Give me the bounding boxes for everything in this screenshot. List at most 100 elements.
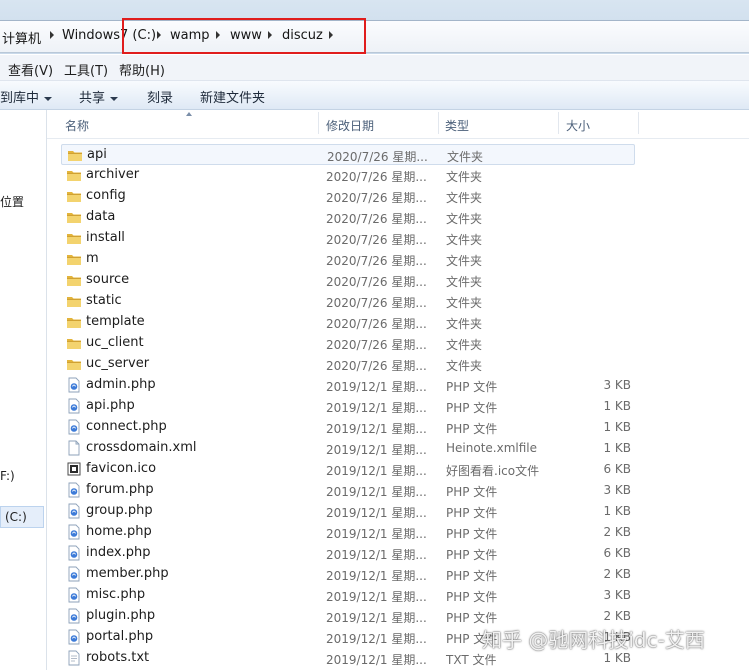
- file-date: 2019/12/1 星期...: [326, 422, 427, 436]
- file-date: 2019/12/1 星期...: [326, 590, 427, 604]
- file-row[interactable]: api 2020/7/26 星期... 文件夹: [61, 144, 635, 165]
- file-date: 2019/12/1 星期...: [326, 464, 427, 478]
- command-bar: 到库中 共享 刻录 新建文件夹: [0, 81, 749, 110]
- file-type: PHP 文件: [446, 422, 498, 436]
- burn-button[interactable]: 刻录: [147, 87, 173, 106]
- file-name: source: [86, 272, 130, 287]
- file-date: 2020/7/26 星期...: [327, 150, 428, 164]
- file-date: 2019/12/1 星期...: [326, 506, 427, 520]
- file-row[interactable]: home.php 2019/12/1 星期... PHP 文件 2 KB: [61, 522, 635, 543]
- file-size: 2 KB: [603, 525, 631, 539]
- file-row[interactable]: archiver 2020/7/26 星期... 文件夹: [61, 165, 635, 186]
- file-row[interactable]: m 2020/7/26 星期... 文件夹: [61, 249, 635, 270]
- file-name: static: [86, 293, 122, 308]
- file-type: PHP 文件: [446, 485, 498, 499]
- file-type: 文件夹: [446, 233, 483, 247]
- column-header-type[interactable]: 类型: [445, 117, 469, 134]
- file-row[interactable]: index.php 2019/12/1 星期... PHP 文件 6 KB: [61, 543, 635, 564]
- file-date: 2019/12/1 星期...: [326, 401, 427, 415]
- chevron-down-icon: [44, 96, 53, 101]
- file-date: 2019/12/1 星期...: [326, 443, 427, 457]
- share-button[interactable]: 共享: [79, 87, 119, 106]
- file-type: Heinote.xmlfile: [446, 441, 537, 455]
- navigation-pane[interactable]: 位置 (C:) F:): [0, 110, 47, 670]
- file-name: uc_client: [86, 335, 144, 350]
- file-date: 2020/7/26 星期...: [326, 317, 427, 331]
- file-row[interactable]: connect.php 2019/12/1 星期... PHP 文件 1 KB: [61, 417, 635, 438]
- file-row[interactable]: forum.php 2019/12/1 星期... PHP 文件 3 KB: [61, 480, 635, 501]
- file-row[interactable]: group.php 2019/12/1 星期... PHP 文件 1 KB: [61, 501, 635, 522]
- column-header-modified[interactable]: 修改日期: [326, 117, 374, 134]
- nav-drive-f-label[interactable]: F:): [0, 469, 15, 483]
- file-size: 3 KB: [603, 483, 631, 497]
- column-divider[interactable]: [638, 112, 639, 134]
- folder-icon: [67, 147, 83, 163]
- folder-icon: [66, 272, 82, 288]
- folder-icon: [66, 356, 82, 372]
- file-name: forum.php: [86, 482, 154, 497]
- file-row[interactable]: uc_server 2020/7/26 星期... 文件夹: [61, 354, 635, 375]
- file-name: uc_server: [86, 356, 150, 371]
- file-row[interactable]: static 2020/7/26 星期... 文件夹: [61, 291, 635, 312]
- column-header-size[interactable]: 大小: [566, 117, 590, 134]
- file-date: 2020/7/26 星期...: [326, 296, 427, 310]
- breadcrumb-computer[interactable]: 计算机: [2, 28, 41, 47]
- file-name: connect.php: [86, 419, 167, 434]
- file-row[interactable]: member.php 2019/12/1 星期... PHP 文件 2 KB: [61, 564, 635, 585]
- file-date: 2020/7/26 星期...: [326, 233, 427, 247]
- breadcrumb-separator-icon[interactable]: [50, 31, 54, 39]
- file-name: home.php: [86, 524, 152, 539]
- file-date: 2020/7/26 星期...: [326, 212, 427, 226]
- file-row[interactable]: favicon.ico 2019/12/1 星期... 好图看看.ico文件 6 KB: [61, 459, 635, 480]
- column-divider[interactable]: [438, 112, 439, 134]
- file-name: misc.php: [86, 587, 146, 602]
- file-size: 1 KB: [603, 441, 631, 455]
- column-header-row: 名称 修改日期 类型 大小: [47, 110, 749, 139]
- file-size: 1 KB: [603, 399, 631, 413]
- file-date: 2019/12/1 星期...: [326, 632, 427, 646]
- file-row[interactable]: api.php 2019/12/1 星期... PHP 文件 1 KB: [61, 396, 635, 417]
- file-date: 2019/12/1 星期...: [326, 653, 427, 667]
- column-divider[interactable]: [318, 112, 319, 134]
- file-size: 1 KB: [603, 651, 631, 665]
- txt-file-icon: [66, 650, 82, 666]
- file-name: member.php: [86, 566, 169, 581]
- file-type: 文件夹: [446, 254, 483, 268]
- file-row[interactable]: data 2020/7/26 星期... 文件夹: [61, 207, 635, 228]
- menu-bar: 查看(V) 工具(T) 帮助(H): [0, 55, 749, 81]
- nav-item-drive-c[interactable]: (C:): [0, 506, 44, 528]
- file-name: api: [87, 147, 107, 162]
- folder-icon: [66, 314, 82, 330]
- nav-location-label[interactable]: 位置: [0, 193, 24, 210]
- file-date: 2020/7/26 星期...: [326, 338, 427, 352]
- file-type: PHP 文件: [446, 548, 498, 562]
- file-date: 2020/7/26 星期...: [326, 359, 427, 373]
- file-row[interactable]: install 2020/7/26 星期... 文件夹: [61, 228, 635, 249]
- column-divider[interactable]: [558, 112, 559, 134]
- file-type: PHP 文件: [446, 527, 498, 541]
- include-in-library-button[interactable]: 到库中: [0, 87, 53, 106]
- file-row[interactable]: uc_client 2020/7/26 星期... 文件夹: [61, 333, 635, 354]
- folder-icon: [66, 167, 82, 183]
- new-folder-button[interactable]: 新建文件夹: [200, 87, 265, 106]
- file-row[interactable]: source 2020/7/26 星期... 文件夹: [61, 270, 635, 291]
- file-type: PHP 文件: [446, 380, 498, 394]
- menu-view[interactable]: 查看(V): [8, 60, 53, 79]
- php-file-icon: [66, 482, 82, 498]
- file-type: 文件夹: [446, 317, 483, 331]
- menu-tools[interactable]: 工具(T): [64, 60, 108, 79]
- file-row[interactable]: admin.php 2019/12/1 星期... PHP 文件 3 KB: [61, 375, 635, 396]
- file-row[interactable]: crossdomain.xml 2019/12/1 星期... Heinote.xm…: [61, 438, 635, 459]
- file-row[interactable]: config 2020/7/26 星期... 文件夹: [61, 186, 635, 207]
- menu-help[interactable]: 帮助(H): [119, 60, 165, 79]
- file-type: 文件夹: [447, 150, 484, 164]
- column-header-name[interactable]: 名称: [65, 117, 89, 134]
- file-row[interactable]: misc.php 2019/12/1 星期... PHP 文件 3 KB: [61, 585, 635, 606]
- file-date: 2020/7/26 星期...: [326, 275, 427, 289]
- include-in-library-label: 到库中: [0, 91, 40, 106]
- address-bar[interactable]: 计算机 Windows7 (C:) wamp www discuz: [0, 20, 749, 53]
- file-row[interactable]: template 2020/7/26 星期... 文件夹: [61, 312, 635, 333]
- file-size: 6 KB: [603, 462, 631, 476]
- file-type: PHP 文件: [446, 569, 498, 583]
- php-file-icon: [66, 608, 82, 624]
